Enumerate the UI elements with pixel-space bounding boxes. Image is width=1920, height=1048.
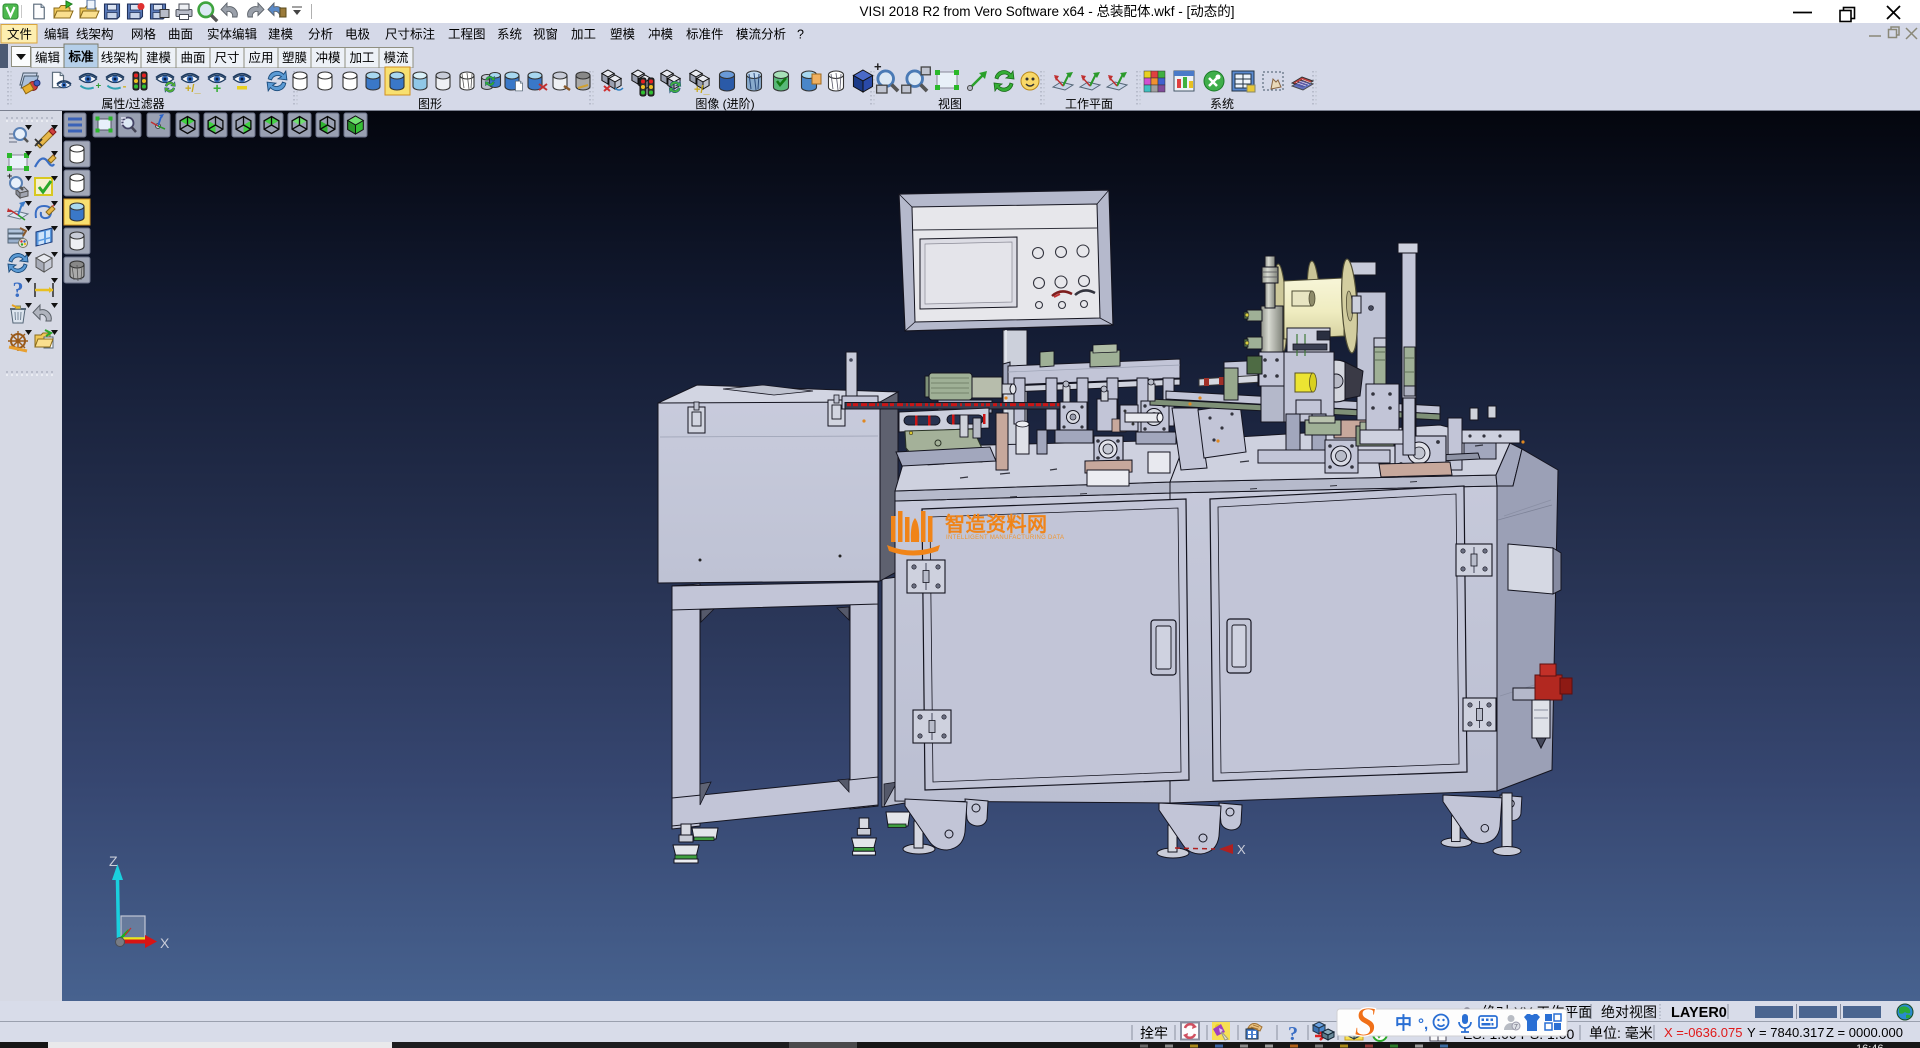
svg-text:线架构: 线架构 — [76, 27, 114, 42]
svg-text:标准: 标准 — [67, 49, 94, 64]
svg-text:X: X — [1237, 842, 1246, 857]
svg-text:VISI 2018 R2 from Vero Softwar: VISI 2018 R2 from Vero Software x64 - 总装… — [859, 4, 1234, 19]
svg-text:加工: 加工 — [349, 51, 374, 65]
svg-text:文件: 文件 — [7, 27, 32, 42]
svg-text:拴牢: 拴牢 — [1140, 1025, 1168, 1041]
svg-text:曲面: 曲面 — [168, 28, 193, 42]
svg-text:建模: 建模 — [268, 28, 294, 42]
svg-text:+: + — [213, 80, 221, 96]
svg-text:绝对视图: 绝对视图 — [1601, 1004, 1657, 1020]
svg-text:标准件: 标准件 — [686, 28, 724, 42]
svg-text:S: S — [1354, 1001, 1377, 1046]
svg-text:工程图: 工程图 — [448, 27, 486, 42]
svg-text:Y = 7840.317: Y = 7840.317 — [1747, 1025, 1824, 1040]
svg-text:编辑: 编辑 — [35, 50, 60, 65]
svg-text:+: + — [7, 171, 12, 181]
svg-text:16:46: 16:46 — [1856, 1043, 1884, 1048]
svg-text:视窗: 视窗 — [533, 27, 558, 42]
svg-text:分析: 分析 — [308, 28, 333, 42]
svg-text:塑膜: 塑膜 — [282, 50, 307, 65]
svg-text:?: ? — [797, 28, 804, 42]
svg-text:尺寸: 尺寸 — [214, 51, 239, 65]
svg-text:X: X — [160, 935, 170, 951]
svg-text:加工: 加工 — [571, 28, 596, 42]
svg-text:尺寸标注: 尺寸标注 — [385, 27, 436, 42]
svg-text:7: 7 — [1514, 1024, 1518, 1031]
svg-text:°,: °, — [1418, 1016, 1428, 1033]
svg-text:冲模: 冲模 — [648, 27, 674, 42]
svg-text:Z = 0000.000: Z = 0000.000 — [1826, 1025, 1903, 1040]
svg-text:Z: Z — [109, 853, 118, 869]
svg-text:编辑: 编辑 — [44, 27, 69, 42]
svg-text:+/_: +/_ — [185, 83, 201, 95]
svg-text:电极: 电极 — [345, 28, 371, 42]
svg-text:建模: 建模 — [146, 51, 172, 65]
svg-text:线架构: 线架构 — [101, 50, 139, 65]
svg-text:冲模: 冲模 — [315, 50, 341, 65]
svg-text:智造资料网: 智造资料网 — [945, 512, 1048, 536]
svg-text:?: ? — [1288, 1023, 1298, 1045]
svg-text:实体编辑: 实体编辑 — [207, 27, 257, 42]
svg-text:+: + — [96, 81, 102, 92]
svg-text:塑模: 塑模 — [610, 27, 636, 42]
svg-text:单位: 毫米: 单位: 毫米 — [1589, 1025, 1653, 1041]
svg-text:?: ? — [13, 277, 24, 302]
svg-text:-: - — [123, 80, 127, 92]
svg-text:+: + — [874, 59, 882, 74]
svg-text:应用: 应用 — [248, 50, 273, 65]
svg-text:X =-0636.075: X =-0636.075 — [1664, 1025, 1742, 1040]
svg-text:模流分析: 模流分析 — [736, 28, 786, 42]
svg-text:系统: 系统 — [497, 28, 522, 42]
svg-text:模流: 模流 — [383, 51, 409, 65]
svg-text:网格: 网格 — [131, 27, 157, 42]
svg-text:LAYER0: LAYER0 — [1671, 1005, 1727, 1021]
svg-text:曲面: 曲面 — [180, 51, 205, 65]
svg-text:中: 中 — [1395, 1013, 1412, 1033]
svg-text:INTELLIGENT MANUFACTURING DATA: INTELLIGENT MANUFACTURING DATA — [946, 535, 1064, 541]
